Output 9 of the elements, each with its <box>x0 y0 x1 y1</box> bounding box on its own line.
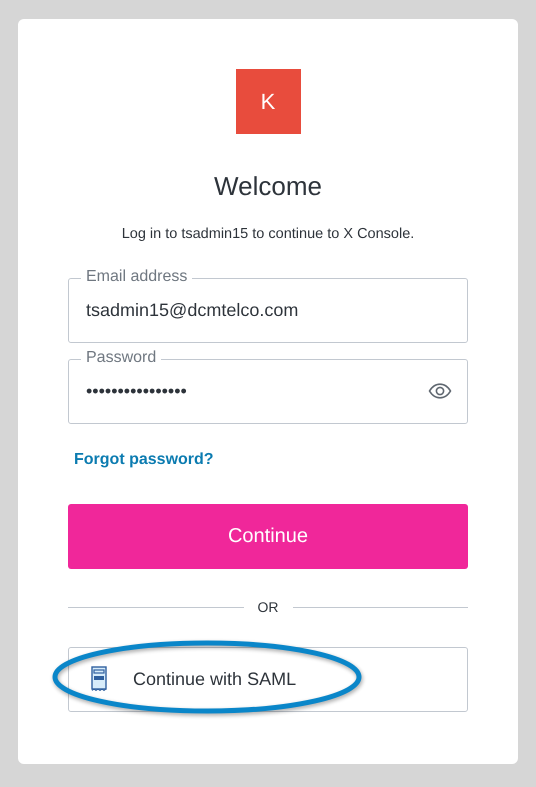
divider-label: OR <box>258 598 278 617</box>
forgot-password-link[interactable]: Forgot password? <box>74 450 214 468</box>
saml-button[interactable]: Continue with SAML <box>68 646 468 712</box>
logo: K <box>236 69 300 134</box>
show-password-icon[interactable] <box>428 382 452 399</box>
subtitle: Log in to tsadmin15 to continue to X Console. <box>120 224 416 244</box>
page-title: Welcome <box>213 170 323 203</box>
continue-button[interactable]: Continue <box>68 504 468 569</box>
document-icon <box>91 666 107 692</box>
